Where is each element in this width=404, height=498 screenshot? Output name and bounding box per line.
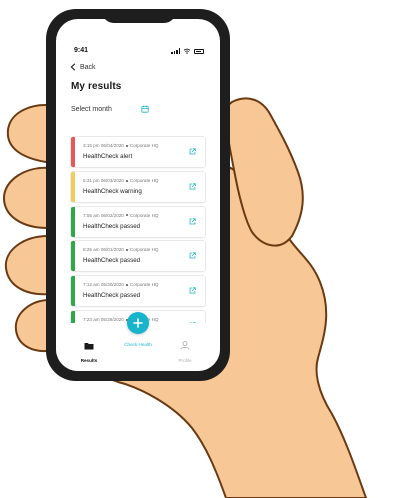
status-bar: 9:41 [56, 19, 220, 54]
external-link-icon[interactable] [189, 217, 196, 225]
separator-dot [125, 283, 128, 286]
folder-icon [84, 343, 94, 350]
result-time: 8:25 am 06/01/2020 [83, 247, 124, 253]
result-status: HealthCheck passed [83, 222, 141, 230]
status-color-bar [71, 137, 75, 167]
result-meta: 5:31 pm 06/03/2020 Corporate HQ [83, 178, 158, 183]
result-status: HealthCheck passed [83, 292, 141, 300]
tab-check-health-label: Check Health [124, 342, 152, 347]
person-icon [180, 341, 190, 350]
result-time: 5:31 pm 06/03/2020 [83, 177, 124, 183]
status-color-bar [71, 206, 75, 237]
result-status: HealthCheck warning [83, 187, 142, 195]
battery-icon [194, 48, 204, 54]
result-card[interactable]: 3:15 pm 06/04/2020 Corporate HQ HealthChe… [71, 137, 205, 167]
result-meta: 7:12 am 05/30/2020 Corporate HQ [83, 282, 158, 287]
result-location: Corporate HQ [129, 282, 159, 288]
result-card[interactable]: 7:12 am 05/30/2020 Corporate HQ HealthChe… [71, 276, 205, 307]
tab-check-health[interactable]: Check Health [113, 342, 163, 347]
separator-dot [125, 214, 128, 217]
result-card[interactable]: 8:25 am 06/01/2020 Corporate HQ HealthChe… [71, 241, 205, 272]
status-color-bar [71, 171, 75, 202]
result-time: 3:15 pm 06/04/2020 [83, 143, 124, 148]
month-selector-label: Select month [71, 105, 112, 113]
status-icons [171, 48, 204, 54]
result-location: Corporate HQ [129, 212, 159, 218]
result-meta: 7:55 am 06/02/2020 Corporate HQ [83, 213, 158, 218]
status-time: 9:41 [74, 47, 89, 54]
result-meta: 8:25 am 06/01/2020 Corporate HQ [83, 247, 158, 252]
status-color-bar [71, 241, 75, 272]
wifi-icon [183, 48, 191, 54]
scene: 9:41 Back My results Select month 3:15 p… [0, 0, 404, 498]
calendar-icon [141, 105, 149, 113]
tab-profile-label: Profile [178, 358, 192, 363]
external-link-icon[interactable] [189, 287, 196, 294]
page-title: My results [71, 81, 122, 92]
external-link-icon[interactable] [189, 183, 196, 190]
back-label: Back [80, 63, 96, 71]
result-status: HealthCheck alert [83, 153, 133, 160]
phone-screen: 9:41 Back My results Select month 3:15 p… [56, 19, 220, 371]
result-time: 7:23 am 05/28/2020 [83, 316, 124, 322]
plus-icon [133, 318, 143, 328]
result-time: 7:12 am 05/30/2020 [83, 282, 124, 288]
result-location: Corporate HQ [129, 143, 159, 148]
external-link-icon[interactable] [189, 252, 196, 259]
month-selector[interactable]: Select month [71, 105, 149, 113]
result-location: Corporate HQ [129, 177, 159, 183]
result-status: HealthCheck passed [83, 257, 141, 265]
result-card[interactable]: 5:31 pm 06/03/2020 Corporate HQ HealthChe… [71, 171, 205, 202]
separator-dot [125, 249, 128, 252]
separator-dot [125, 179, 128, 182]
external-link-icon[interactable] [189, 148, 196, 155]
status-color-bar [71, 276, 75, 307]
tab-profile[interactable]: Profile [160, 337, 210, 363]
result-meta: 3:15 pm 06/04/2020 Corporate HQ [83, 143, 158, 148]
check-health-fab[interactable] [127, 312, 149, 334]
chevron-left-icon [70, 63, 76, 71]
separator-dot [125, 144, 128, 147]
back-button[interactable]: Back [70, 63, 96, 71]
result-time: 7:55 am 06/02/2020 [83, 212, 124, 218]
tab-results-label: Results [80, 358, 98, 363]
signal-icon [171, 48, 180, 54]
result-card[interactable]: 7:55 am 06/02/2020 Corporate HQ HealthChe… [71, 206, 205, 237]
tab-results[interactable]: Results [64, 337, 114, 363]
phone-notch [102, 19, 176, 23]
result-location: Corporate HQ [129, 247, 159, 253]
